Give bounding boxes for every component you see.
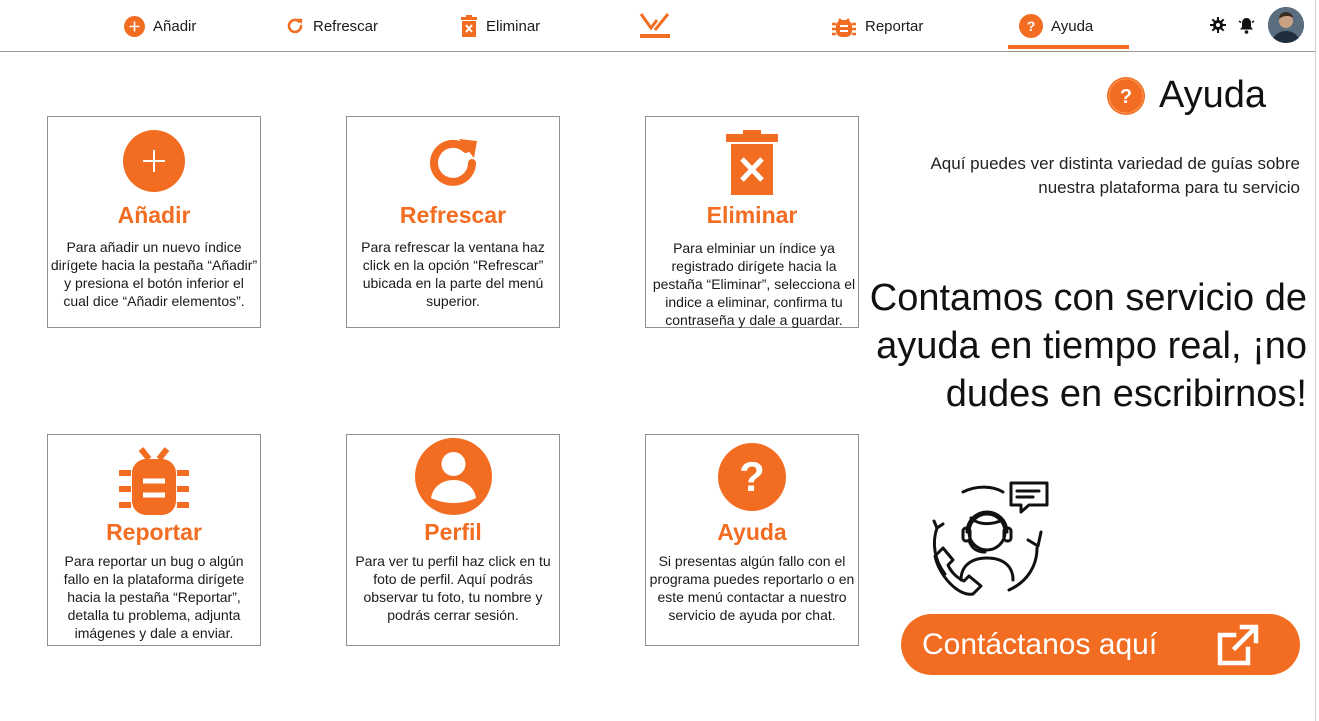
- card-report[interactable]: Reportar Para reportar un bug o algún fa…: [47, 434, 261, 646]
- card-title: Ayuda: [717, 519, 787, 545]
- card-description: Para refrescar la ventana haz click en l…: [361, 239, 545, 309]
- help-subtitle: Aquí puedes ver distinta variedad de guí…: [930, 154, 1300, 197]
- page-title: ? Ayuda: [1107, 74, 1266, 117]
- bug-icon: [831, 13, 857, 39]
- question-circle-icon: ?: [1107, 76, 1145, 115]
- card-description: Para añadir un nuevo índice dirígete hac…: [50, 239, 258, 309]
- trash-icon: [460, 15, 478, 37]
- card-description: Para ver tu perfil haz click en tu foto …: [355, 553, 551, 623]
- refresh-icon: [347, 133, 559, 193]
- card-help[interactable]: ? Ayuda Si presentas algún fallo con el …: [645, 434, 859, 646]
- bug-icon: [48, 445, 260, 519]
- refresh-icon: [285, 16, 305, 36]
- card-title: Reportar: [106, 519, 202, 545]
- external-link-icon: [1216, 623, 1260, 667]
- plus-circle-icon: [124, 15, 145, 37]
- card-title: Perfil: [424, 519, 482, 545]
- card-description: Para elminiar un índice ya registrado di…: [652, 240, 856, 328]
- bell-icon[interactable]: [1238, 17, 1256, 35]
- nav-help-label: Ayuda: [1051, 17, 1094, 35]
- page-edge-divider: [1315, 0, 1316, 721]
- top-navbar: Añadir Refrescar Eliminar Reportar ? Ayu…: [0, 0, 1315, 52]
- nav-help[interactable]: ? Ayuda: [1019, 13, 1093, 39]
- card-profile[interactable]: Perfil Para ver tu perfil haz click en t…: [346, 434, 560, 646]
- contact-button[interactable]: Contáctanos aquí: [901, 614, 1300, 675]
- avatar[interactable]: [1268, 7, 1304, 43]
- card-title: Añadir: [117, 202, 191, 228]
- nav-add[interactable]: Añadir: [124, 13, 196, 39]
- nav-refresh[interactable]: Refrescar: [285, 13, 378, 39]
- card-add[interactable]: Añadir Para añadir un nuevo índice diríg…: [47, 116, 261, 328]
- card-title: Eliminar: [706, 202, 798, 228]
- nav-add-label: Añadir: [153, 17, 197, 35]
- card-refresh[interactable]: Refrescar Para refrescar la ventana haz …: [346, 116, 560, 328]
- plus-circle-icon: [48, 130, 260, 192]
- card-description: Para reportar un bug o algún fallo en la…: [63, 553, 245, 641]
- active-tab-indicator: [1008, 45, 1129, 49]
- nav-delete-label: Eliminar: [486, 17, 541, 35]
- trash-icon: [646, 130, 858, 196]
- nav-delete[interactable]: Eliminar: [460, 13, 540, 39]
- nav-report[interactable]: Reportar: [831, 13, 923, 39]
- gear-icon[interactable]: [1210, 17, 1228, 35]
- page-title-text: Ayuda: [1159, 74, 1267, 116]
- contact-button-label: Contáctanos aquí: [922, 627, 1158, 661]
- nav-report-label: Reportar: [865, 17, 924, 35]
- user-circle-icon: [347, 438, 559, 515]
- support-agent-icon: [925, 480, 1051, 606]
- question-circle-icon: ?: [1019, 14, 1043, 38]
- nav-refresh-label: Refrescar: [313, 17, 379, 35]
- svg-text:?: ?: [739, 453, 765, 500]
- card-delete[interactable]: Eliminar Para elminiar un índice ya regi…: [645, 116, 859, 328]
- card-description: Si presentas algún fallo con el programa…: [649, 553, 855, 623]
- help-headline: Contamos con servicio de ayuda en tiempo…: [869, 277, 1307, 415]
- card-title: Refrescar: [399, 202, 507, 228]
- svg-text:?: ?: [1027, 18, 1036, 34]
- question-circle-icon: ?: [646, 443, 858, 511]
- svg-text:?: ?: [1120, 86, 1132, 108]
- app-logo[interactable]: [639, 12, 671, 40]
